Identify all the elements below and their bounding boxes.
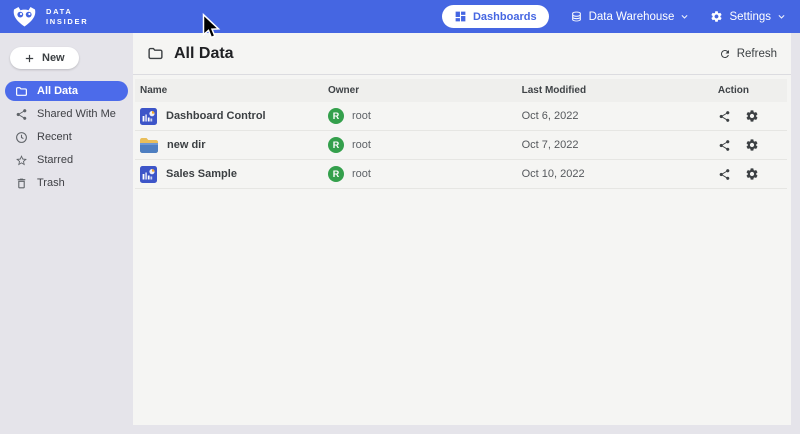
sidebar-item-label: Starred	[37, 154, 73, 166]
owl-logo-icon	[12, 6, 37, 28]
last-modified-date: Oct 10, 2022	[522, 168, 718, 180]
table-row[interactable]: Sales Sample R root Oct 10, 2022	[135, 160, 787, 189]
plus-icon	[24, 53, 35, 64]
clock-icon	[14, 130, 28, 144]
file-name: Dashboard Control	[166, 110, 266, 122]
file-name: new dir	[167, 139, 206, 151]
column-header-last-modified: Last Modified	[522, 85, 718, 96]
dashboard-file-icon	[140, 166, 157, 183]
sidebar-item-label: Trash	[37, 177, 65, 189]
data-warehouse-label: Data Warehouse	[589, 11, 675, 23]
chevron-down-icon	[680, 12, 689, 21]
owner-name: root	[352, 139, 371, 151]
sidebar-item-label: All Data	[37, 85, 78, 97]
main-header: All Data Refresh	[133, 33, 791, 75]
gear-icon[interactable]	[745, 138, 759, 152]
owner-avatar: R	[328, 108, 344, 124]
sidebar-item-label: Recent	[37, 131, 72, 143]
owner-name: root	[352, 110, 371, 122]
star-icon	[14, 153, 28, 167]
folder-icon	[14, 84, 28, 98]
gear-icon	[710, 10, 723, 23]
last-modified-date: Oct 7, 2022	[522, 139, 718, 151]
dashboards-label: Dashboards	[473, 11, 537, 23]
main-panel: All Data Refresh Name Owner Last Modifie…	[133, 33, 791, 425]
table-row[interactable]: Dashboard Control R root Oct 6, 2022	[135, 102, 787, 131]
dashboards-button[interactable]: Dashboards	[442, 5, 549, 28]
folder-file-icon	[140, 138, 158, 153]
trash-icon	[14, 176, 28, 190]
table-row[interactable]: new dir R root Oct 7, 2022	[135, 131, 787, 160]
top-bar: DATA INSIDER Dashboards Data Warehouse S…	[0, 0, 800, 33]
data-warehouse-menu[interactable]: Data Warehouse	[570, 10, 690, 23]
brand-name: DATA INSIDER	[46, 7, 88, 26]
folder-icon	[147, 45, 164, 62]
share-icon[interactable]	[718, 168, 731, 181]
chevron-down-icon	[777, 12, 786, 21]
dashboard-grid-icon	[454, 10, 467, 23]
page-title: All Data	[174, 45, 234, 63]
new-button-label: New	[42, 52, 65, 64]
sidebar-item-shared-with-me[interactable]: Shared With Me	[5, 104, 128, 124]
sidebar-item-recent[interactable]: Recent	[5, 127, 128, 147]
database-icon	[570, 10, 583, 23]
settings-menu[interactable]: Settings	[710, 10, 786, 23]
share-icon[interactable]	[718, 139, 731, 152]
settings-label: Settings	[729, 11, 771, 23]
new-button[interactable]: New	[10, 47, 79, 69]
refresh-icon	[719, 48, 731, 60]
gear-icon[interactable]	[745, 109, 759, 123]
owner-avatar: R	[328, 137, 344, 153]
dashboard-file-icon	[140, 108, 157, 125]
sidebar-item-starred[interactable]: Starred	[5, 150, 128, 170]
refresh-button[interactable]: Refresh	[719, 48, 777, 60]
column-header-owner: Owner	[328, 85, 522, 96]
column-header-action: Action	[718, 85, 787, 96]
refresh-label: Refresh	[737, 48, 777, 60]
brand: DATA INSIDER	[12, 6, 88, 28]
sidebar-item-all-data[interactable]: All Data	[5, 81, 128, 101]
file-table: Name Owner Last Modified Action Dashboar…	[135, 79, 787, 189]
file-name: Sales Sample	[166, 168, 237, 180]
sidebar-item-label: Shared With Me	[37, 108, 116, 120]
column-header-name: Name	[135, 85, 328, 96]
share-network-icon	[14, 107, 28, 121]
gear-icon[interactable]	[745, 167, 759, 181]
share-icon[interactable]	[718, 110, 731, 123]
owner-avatar: R	[328, 166, 344, 182]
owner-name: root	[352, 168, 371, 180]
sidebar: New All Data Shared With Me Recent Starr…	[0, 33, 133, 434]
table-header: Name Owner Last Modified Action	[135, 79, 787, 102]
sidebar-item-trash[interactable]: Trash	[5, 173, 128, 193]
last-modified-date: Oct 6, 2022	[522, 110, 718, 122]
